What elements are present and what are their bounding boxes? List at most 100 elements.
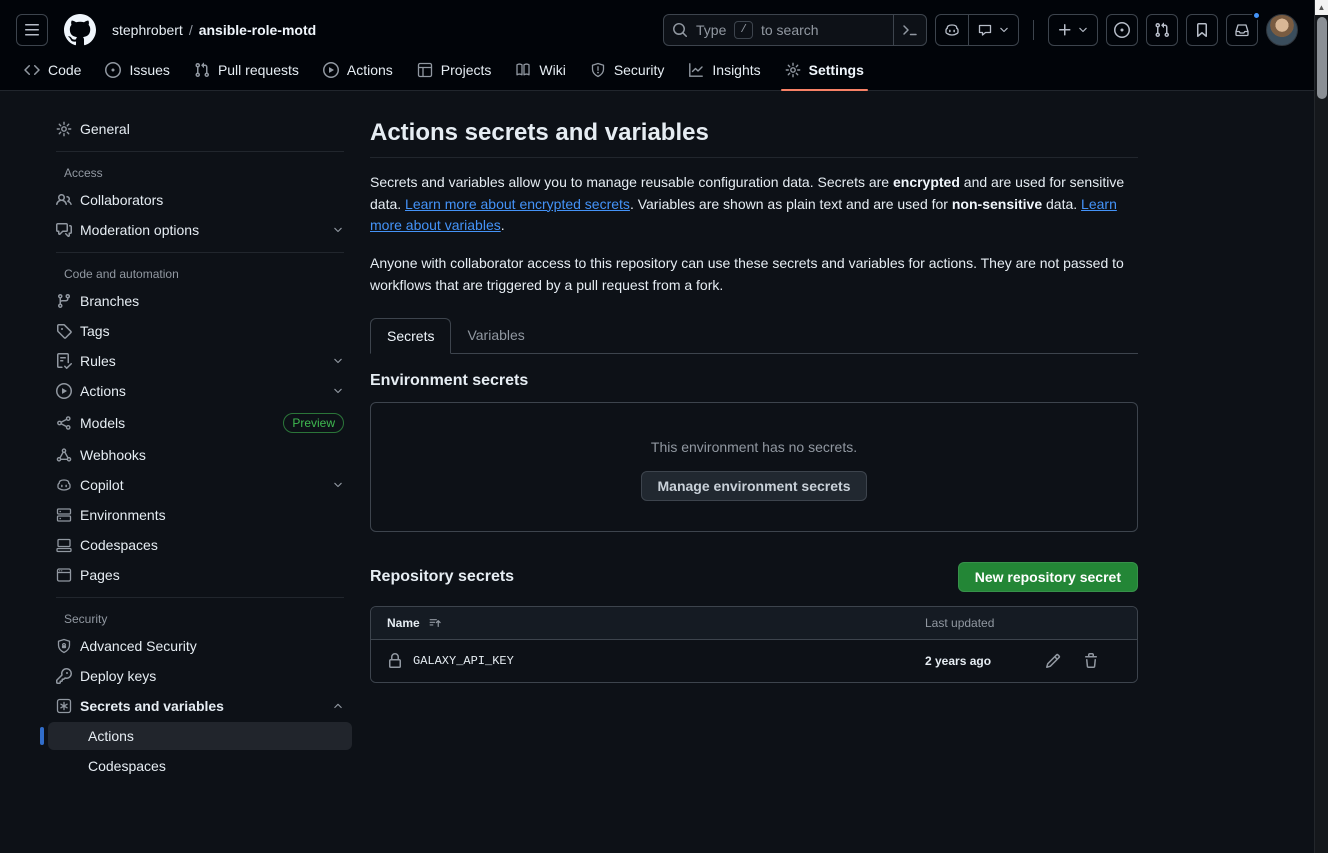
tab-actions[interactable]: Actions — [311, 56, 405, 90]
global-search-input[interactable]: Type / to search — [663, 14, 927, 46]
checklist-icon — [56, 353, 72, 369]
tab-security[interactable]: Security — [578, 56, 677, 90]
tab-label: Actions — [347, 62, 393, 78]
tab-insights[interactable]: Insights — [676, 56, 772, 90]
breadcrumb-repo[interactable]: ansible-role-motd — [199, 22, 316, 38]
sidebar-item-label: Models — [80, 415, 125, 431]
empty-state-message: This environment has no secrets. — [387, 439, 1121, 455]
comment-discussion-icon — [56, 222, 72, 238]
intro-bold-encrypted: encrypted — [893, 174, 960, 190]
sidebar-subitem-codespaces[interactable]: Codespaces — [48, 752, 352, 780]
edit-secret-button[interactable] — [1045, 653, 1061, 669]
sidebar-item-codespaces[interactable]: Codespaces — [48, 531, 352, 559]
user-avatar[interactable] — [1266, 14, 1298, 46]
sidebar-item-tags[interactable]: Tags — [48, 317, 352, 345]
tab-pull-requests[interactable]: Pull requests — [182, 56, 311, 90]
table-icon — [417, 62, 433, 78]
sidebar-item-collaborators[interactable]: Collaborators — [48, 186, 352, 214]
tab-wiki[interactable]: Wiki — [503, 56, 577, 90]
sidebar-item-label: Branches — [80, 293, 139, 309]
hamburger-menu-button[interactable] — [16, 14, 48, 46]
github-logo[interactable] — [64, 14, 96, 46]
secret-row-actions — [1045, 653, 1121, 669]
tab-label: Code — [48, 62, 81, 78]
saved-lists-button[interactable] — [1186, 14, 1218, 46]
manage-environment-secrets-button[interactable]: Manage environment secrets — [641, 471, 868, 501]
delete-secret-button[interactable] — [1083, 653, 1099, 669]
sidebar-item-general[interactable]: General — [48, 115, 352, 143]
search-placeholder-pre: Type — [696, 22, 726, 38]
sidebar-item-secrets-and-variables[interactable]: Secrets and variables — [48, 692, 352, 720]
copilot-button[interactable] — [936, 15, 969, 45]
sidebar-item-label: Actions — [88, 728, 134, 744]
new-repository-secret-button[interactable]: New repository secret — [958, 562, 1138, 592]
sidebar-item-actions[interactable]: Actions — [48, 377, 352, 405]
code-icon — [24, 62, 40, 78]
scrollbar[interactable]: ▲ — [1314, 0, 1328, 853]
server-icon — [56, 507, 72, 523]
breadcrumb: stephrobert / ansible-role-motd — [112, 22, 316, 38]
copilot-icon — [56, 477, 72, 493]
repository-secrets-table: Name Last updated GALAXY_API_KEY 2 years… — [370, 606, 1138, 683]
sidebar-item-advanced-security[interactable]: Advanced Security — [48, 632, 352, 660]
git-branch-icon — [56, 293, 72, 309]
sidebar-section-code-automation: Code and automation — [48, 261, 352, 287]
tab-issues[interactable]: Issues — [93, 56, 181, 90]
secret-last-updated: 2 years ago — [925, 654, 1045, 668]
intro-bold-non-sensitive: non-sensitive — [952, 196, 1042, 212]
link-encrypted-secrets[interactable]: Learn more about encrypted secrets — [405, 196, 630, 212]
create-new-button[interactable] — [1048, 14, 1098, 46]
lock-icon — [387, 653, 403, 669]
fork-notice-paragraph: Anyone with collaborator access to this … — [370, 253, 1138, 296]
sidebar-item-pages[interactable]: Pages — [48, 561, 352, 589]
sidebar-divider — [56, 151, 344, 152]
sort-icon[interactable] — [428, 616, 442, 630]
sidebar-item-label: Environments — [80, 507, 166, 523]
chevron-down-icon — [998, 24, 1010, 36]
table-header-row: Name Last updated — [371, 607, 1137, 640]
tab-variables[interactable]: Variables — [451, 318, 540, 353]
command-palette-button[interactable] — [893, 15, 918, 45]
plus-icon — [1057, 22, 1073, 38]
tab-label: Security — [614, 62, 665, 78]
sidebar-subitem-actions[interactable]: Actions — [48, 722, 352, 750]
shield-lock-icon — [56, 638, 72, 654]
play-icon — [323, 62, 339, 78]
codespaces-icon — [56, 537, 72, 553]
your-pull-requests-button[interactable] — [1146, 14, 1178, 46]
copilot-menu-button[interactable] — [969, 15, 1018, 45]
sidebar-item-label: Copilot — [80, 477, 124, 493]
sidebar-item-copilot[interactable]: Copilot — [48, 471, 352, 499]
column-label: Name — [387, 616, 420, 630]
chevron-down-icon — [332, 385, 344, 397]
sidebar-item-models[interactable]: Models Preview — [48, 407, 352, 439]
scrollbar-thumb[interactable] — [1317, 17, 1327, 99]
tab-secrets[interactable]: Secrets — [370, 318, 451, 354]
sidebar-item-moderation-options[interactable]: Moderation options — [48, 216, 352, 244]
model-graph-icon — [56, 415, 72, 431]
notifications-inbox-button[interactable] — [1226, 14, 1258, 46]
breadcrumb-owner[interactable]: stephrobert — [112, 22, 183, 38]
scroll-up-arrow-icon[interactable]: ▲ — [1315, 0, 1328, 15]
sidebar-section-access: Access — [48, 160, 352, 186]
sidebar-item-environments[interactable]: Environments — [48, 501, 352, 529]
your-issues-button[interactable] — [1106, 14, 1138, 46]
tab-code[interactable]: Code — [12, 56, 93, 90]
slash-key-hint: / — [734, 21, 753, 39]
sidebar-divider — [56, 252, 344, 253]
chevron-down-icon — [332, 224, 344, 236]
sidebar-item-rules[interactable]: Rules — [48, 347, 352, 375]
sidebar-item-deploy-keys[interactable]: Deploy keys — [48, 662, 352, 690]
intro-paragraph: Secrets and variables allow you to manag… — [370, 172, 1138, 237]
intro-text: Secrets and variables allow you to manag… — [370, 174, 893, 190]
tab-settings[interactable]: Settings — [773, 56, 876, 90]
sidebar-item-webhooks[interactable]: Webhooks — [48, 441, 352, 469]
sidebar-item-label: Advanced Security — [80, 638, 197, 654]
copilot-icon — [944, 22, 960, 38]
sidebar-item-label: Pages — [80, 567, 120, 583]
sidebar-item-label: Codespaces — [80, 537, 158, 553]
tab-projects[interactable]: Projects — [405, 56, 504, 90]
page-title: Actions secrets and variables — [370, 115, 1138, 158]
secrets-variables-tabnav: Secrets Variables — [370, 318, 1138, 354]
sidebar-item-branches[interactable]: Branches — [48, 287, 352, 315]
